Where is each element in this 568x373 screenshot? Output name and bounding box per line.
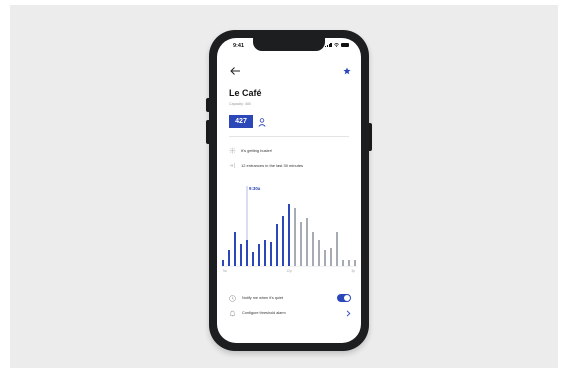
power-button bbox=[369, 123, 372, 151]
x-tick-label: 12p bbox=[286, 269, 292, 273]
notify-quiet-label: Notify me when it's quiet bbox=[242, 296, 284, 300]
venue-capacity: Capacity: 480 bbox=[229, 102, 251, 106]
volume-button bbox=[206, 120, 209, 144]
mute-switch bbox=[206, 98, 209, 112]
star-icon[interactable] bbox=[343, 67, 351, 75]
entrance-arrows-icon bbox=[229, 162, 235, 169]
chart-bar bbox=[288, 204, 290, 266]
chart-bar bbox=[222, 260, 224, 266]
chart-bar bbox=[252, 252, 254, 266]
wifi-icon bbox=[334, 43, 339, 47]
status-icons bbox=[325, 43, 349, 47]
status-time: 9:41 bbox=[233, 43, 245, 49]
person-icon bbox=[258, 118, 266, 127]
chart-bar bbox=[354, 260, 356, 266]
threshold-alarm-row[interactable]: Configure threshold alarm bbox=[229, 308, 351, 318]
x-tick-label: 3p bbox=[351, 269, 355, 273]
clock-icon bbox=[229, 294, 236, 302]
notch bbox=[253, 38, 325, 51]
chart-bar bbox=[282, 216, 284, 266]
chart-bar bbox=[234, 232, 236, 266]
chart-bar bbox=[342, 260, 344, 266]
app-screen: 9:41 Le Café Capacity: 480 427 It's gett… bbox=[217, 38, 361, 343]
chart-bar bbox=[246, 240, 248, 266]
arrow-left-icon[interactable] bbox=[229, 66, 241, 76]
chart-bar bbox=[270, 242, 272, 266]
insight-text: It's getting busier! bbox=[241, 148, 273, 153]
chart-bar bbox=[336, 232, 338, 266]
chart-bar bbox=[294, 208, 296, 266]
chart-bar bbox=[228, 250, 230, 266]
chart-bar bbox=[258, 244, 260, 266]
divider bbox=[229, 136, 349, 137]
current-time-label: 9:30a bbox=[249, 186, 261, 191]
notify-quiet-row[interactable]: Notify me when it's quiet bbox=[229, 293, 351, 303]
chart-bar bbox=[324, 250, 326, 266]
battery-icon bbox=[341, 43, 349, 47]
chart-bar bbox=[276, 224, 278, 266]
chart-bar bbox=[240, 244, 242, 266]
insight-row-entrances: 12 entrances in the last 30 minutes bbox=[229, 162, 303, 169]
bell-icon bbox=[229, 310, 236, 316]
notify-quiet-toggle[interactable] bbox=[337, 294, 351, 302]
chart-bar bbox=[312, 232, 314, 266]
threshold-alarm-label: Configure threshold alarm bbox=[242, 311, 286, 315]
chart-bar bbox=[330, 248, 332, 266]
chart-bar bbox=[306, 218, 308, 266]
chart-bar bbox=[264, 240, 266, 266]
x-tick-label: 9a bbox=[223, 269, 227, 273]
phone-frame: 9:41 Le Café Capacity: 480 427 It's gett… bbox=[206, 30, 372, 351]
chart-bar bbox=[348, 260, 350, 266]
insight-text: 12 entrances in the last 30 minutes bbox=[241, 163, 304, 168]
chart-bar bbox=[300, 222, 302, 266]
toggle-knob bbox=[344, 295, 350, 301]
signal-icon bbox=[325, 43, 332, 47]
insight-row-busy: It's getting busier! bbox=[229, 147, 272, 154]
occupancy-bar-chart: 9:30a 9a 12p 3p bbox=[221, 186, 357, 273]
occupancy-count: 427 bbox=[229, 115, 253, 128]
presentation-canvas: 9:41 Le Café Capacity: 480 427 It's gett… bbox=[0, 0, 568, 373]
chevron-right-icon[interactable] bbox=[346, 309, 351, 317]
venue-name: Le Café bbox=[229, 88, 262, 98]
sparkle-icon bbox=[229, 147, 236, 154]
chart-bar bbox=[318, 240, 320, 266]
